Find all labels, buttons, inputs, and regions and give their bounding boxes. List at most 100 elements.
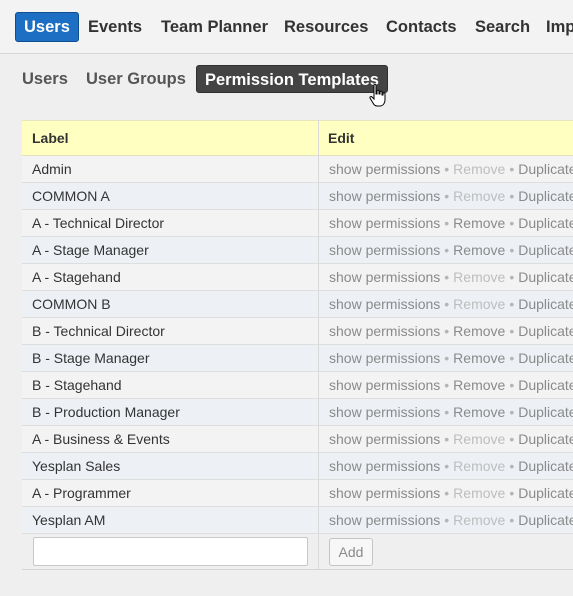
action-separator: •	[444, 161, 450, 177]
show-permissions-link[interactable]: show permissions	[329, 350, 440, 366]
row-actions: show permissions • Remove • Duplicate	[329, 399, 573, 425]
remove-link[interactable]: Remove	[453, 377, 505, 393]
action-separator: •	[444, 296, 450, 312]
column-header-label: Label	[32, 130, 69, 146]
subtab-permission-templates[interactable]: Permission Templates	[196, 65, 388, 93]
show-permissions-link[interactable]: show permissions	[329, 485, 440, 501]
show-permissions-link[interactable]: show permissions	[329, 323, 440, 339]
template-label: B - Production Manager	[32, 404, 180, 420]
show-permissions-link[interactable]: show permissions	[329, 458, 440, 474]
duplicate-link[interactable]: Duplicate	[518, 431, 573, 447]
table-row: A - Programmer show permissions • Remove • Du…	[22, 480, 573, 507]
action-separator: •	[509, 458, 515, 474]
nav-team-planner[interactable]: Team Planner	[161, 12, 268, 42]
template-label: Admin	[32, 161, 72, 177]
table-row: A - Technical Director show permissions • R…	[22, 210, 573, 237]
duplicate-link[interactable]: Duplicate	[518, 323, 573, 339]
action-separator: •	[509, 404, 515, 420]
column-header-edit: Edit	[328, 130, 355, 146]
action-separator: •	[509, 431, 515, 447]
top-navigation: Users Events Team Planner Resources Cont…	[0, 0, 573, 54]
row-actions: show permissions • Remove • Duplicate	[329, 264, 573, 290]
action-separator: •	[509, 242, 515, 258]
table-row: B - Stagehand show permissions • Remove • Dup…	[22, 372, 573, 399]
remove-link: Remove	[453, 296, 506, 312]
remove-link[interactable]: Remove	[453, 404, 505, 420]
action-separator: •	[509, 215, 515, 231]
show-permissions-link[interactable]: show permissions	[329, 188, 440, 204]
table-row: Yesplan AM show permissions • Remove • Duplic…	[22, 507, 573, 534]
show-permissions-link[interactable]: show permissions	[329, 161, 440, 177]
nav-contacts[interactable]: Contacts	[386, 12, 457, 42]
action-separator: •	[444, 323, 450, 339]
duplicate-link[interactable]: Duplicate	[518, 269, 573, 285]
show-permissions-link[interactable]: show permissions	[329, 512, 440, 528]
nav-events[interactable]: Events	[88, 12, 142, 42]
row-actions: show permissions • Remove • Duplicate	[329, 318, 573, 344]
duplicate-link[interactable]: Duplicate	[518, 485, 573, 501]
remove-link[interactable]: Remove	[453, 242, 505, 258]
template-label: B - Stage Manager	[32, 350, 150, 366]
subtab-users[interactable]: Users	[22, 65, 68, 93]
duplicate-link[interactable]: Duplicate	[518, 242, 573, 258]
template-label: A - Programmer	[32, 485, 131, 501]
show-permissions-link[interactable]: show permissions	[329, 269, 440, 285]
show-permissions-link[interactable]: show permissions	[329, 377, 440, 393]
table-row: COMMON Ashow permissions • Remove • Duplicat…	[22, 183, 573, 210]
duplicate-link[interactable]: Duplicate	[518, 512, 573, 528]
table-header: Label Edit	[22, 120, 573, 156]
action-separator: •	[509, 512, 515, 528]
action-separator: •	[444, 458, 450, 474]
action-separator: •	[509, 188, 515, 204]
duplicate-link[interactable]: Duplicate	[518, 161, 573, 177]
duplicate-link[interactable]: Duplicate	[518, 296, 573, 312]
nav-users[interactable]: Users	[15, 12, 79, 42]
show-permissions-link[interactable]: show permissions	[329, 215, 440, 231]
show-permissions-link[interactable]: show permissions	[329, 296, 440, 312]
row-actions: show permissions • Remove • Duplicate	[329, 291, 573, 317]
row-actions: show permissions • Remove • Duplicate	[329, 372, 573, 398]
table-row: A - Business & Events show permissions • Re…	[22, 426, 573, 453]
action-separator: •	[444, 431, 450, 447]
action-separator: •	[444, 377, 450, 393]
row-actions: show permissions • Remove • Duplicate	[329, 183, 573, 209]
table-row: Admin show permissions • Remove • Duplicate	[22, 156, 573, 183]
show-permissions-link[interactable]: show permissions	[329, 404, 440, 420]
template-label: B - Technical Director	[32, 323, 165, 339]
remove-link[interactable]: Remove	[453, 323, 505, 339]
subtab-user-groups[interactable]: User Groups	[86, 65, 186, 93]
action-separator: •	[509, 485, 515, 501]
nav-search[interactable]: Search	[475, 12, 530, 42]
row-actions: show permissions • Remove • Duplicate	[329, 237, 573, 263]
show-permissions-link[interactable]: show permissions	[329, 431, 440, 447]
row-actions: show permissions • Remove • Duplicate	[329, 210, 573, 236]
table-row: COMMON Bshow permissions • Remove • Duplicat…	[22, 291, 573, 318]
duplicate-link[interactable]: Duplicate	[518, 458, 573, 474]
action-separator: •	[444, 269, 450, 285]
action-separator: •	[444, 512, 450, 528]
permission-templates-table: Label Edit Admin show permissions • Remove •…	[22, 120, 573, 570]
remove-link: Remove	[453, 161, 506, 177]
add-button[interactable]: Add	[329, 538, 373, 566]
remove-link[interactable]: Remove	[453, 350, 505, 366]
add-row: Add	[22, 534, 573, 570]
template-label: A - Business & Events	[32, 431, 170, 447]
nav-imp[interactable]: Imp	[546, 12, 573, 42]
nav-resources[interactable]: Resources	[284, 12, 368, 42]
action-separator: •	[444, 404, 450, 420]
duplicate-link[interactable]: Duplicate	[518, 404, 573, 420]
show-permissions-link[interactable]: show permissions	[329, 242, 440, 258]
remove-link: Remove	[453, 485, 506, 501]
action-separator: •	[509, 323, 515, 339]
duplicate-link[interactable]: Duplicate	[518, 215, 573, 231]
remove-link[interactable]: Remove	[453, 215, 505, 231]
action-separator: •	[509, 350, 515, 366]
row-actions: show permissions • Remove • Duplicate	[329, 345, 573, 371]
table-row: A - Stage Manager show permissions • Remove…	[22, 237, 573, 264]
new-template-name-input[interactable]	[33, 537, 308, 566]
duplicate-link[interactable]: Duplicate	[518, 377, 573, 393]
row-actions: show permissions • Remove • Duplicate	[329, 480, 573, 506]
duplicate-link[interactable]: Duplicate	[518, 350, 573, 366]
duplicate-link[interactable]: Duplicate	[518, 188, 573, 204]
remove-link: Remove	[453, 512, 506, 528]
